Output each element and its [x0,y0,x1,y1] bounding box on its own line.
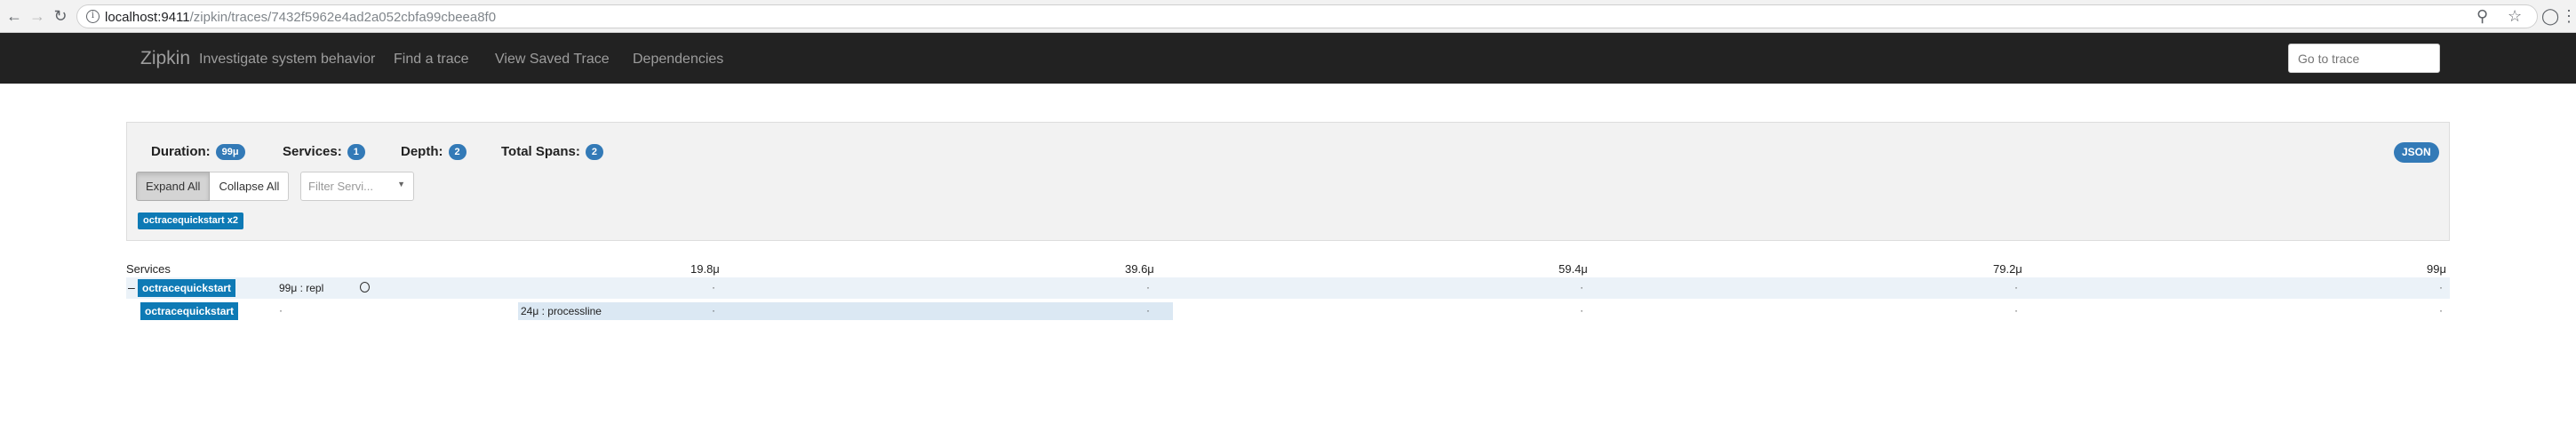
expand-all-button[interactable]: Expand All [136,172,211,201]
tick-label: 39.6μ [1125,262,1154,276]
tick-dot: · [279,304,283,317]
brand-logo[interactable]: Zipkin [140,48,190,69]
json-button[interactable]: JSON [2394,142,2439,163]
zoom-icon[interactable]: ⚲ [2476,6,2488,26]
total-spans-label: Total Spans: [501,144,580,159]
span-label: 99μ : repl [279,282,324,294]
go-to-trace-input[interactable] [2288,44,2440,73]
services-stat: Services: 1 [283,144,365,160]
total-spans-stat: Total Spans: 2 [501,144,604,160]
bookmark-star-icon[interactable]: ☆ [2508,6,2522,26]
tick-dot: · [1146,304,1150,317]
browser-toolbar: ← → ↻ i localhost:9411/zipkin/traces/743… [0,0,2576,33]
address-bar[interactable]: i localhost:9411/zipkin/traces/7432f5962… [76,4,2538,28]
nav-view-saved-trace[interactable]: View Saved Trace [495,52,610,68]
span-duration-bar[interactable] [518,302,1173,320]
annotation-marker-icon[interactable] [360,282,370,293]
top-navbar: Zipkin Investigate system behavior Find … [0,33,2576,84]
tick-dot: · [2014,281,2018,293]
nav-dependencies[interactable]: Dependencies [633,52,723,68]
url-text[interactable]: localhost:9411/zipkin/traces/7432f5962e4… [105,10,496,25]
tick-label: 59.4μ [1559,262,1588,276]
collapse-all-button[interactable]: Collapse All [210,172,290,201]
services-label: Services: [283,144,342,159]
tick-label: 19.8μ [690,262,720,276]
total-spans-badge: 2 [585,144,604,160]
menu-kebab-icon[interactable]: ⋮ [2561,6,2576,26]
depth-label: Depth: [401,144,443,159]
back-arrow-icon[interactable]: ← [5,7,23,25]
services-header: Services [126,262,171,276]
span-row[interactable]: – octracequickstart 99μ : repl · · · · · [126,277,2450,299]
tick-label: 99μ [2427,262,2446,276]
tick-dot: · [712,281,715,293]
tick-dot: · [1580,304,1583,317]
tick-dot: · [1146,281,1150,293]
span-service-name: octracequickstart [138,279,236,297]
brand-tagline: Investigate system behavior [199,52,376,67]
span-row[interactable]: octracequickstart · 24μ : processline · … [126,301,2450,322]
forward-arrow-icon[interactable]: → [28,7,46,25]
extension-icon[interactable]: ◯ [2541,6,2559,26]
tick-dot: · [2439,281,2443,293]
tick-dot: · [1580,281,1583,293]
tick-dot: · [2014,304,2018,317]
filter-placeholder: Filter Servi... [308,180,373,193]
collapse-toggle[interactable]: – [128,280,135,294]
filter-services-select[interactable]: Filter Servi... ▼ [300,172,414,201]
span-service-name: octracequickstart [140,302,239,320]
span-label: 24μ : processline [521,305,602,317]
reload-icon[interactable]: ↻ [52,7,69,25]
depth-stat: Depth: 2 [401,144,467,160]
trace-summary-panel: Duration: 99μ Services: 1 Depth: 2 Total Sp… [126,122,2450,241]
expand-collapse-group: Expand All Collapse All [136,172,290,201]
caret-down-icon: ▼ [397,180,405,188]
duration-label: Duration: [151,144,211,159]
nav-find-trace[interactable]: Find a trace [394,52,468,68]
depth-badge: 2 [448,144,467,160]
info-icon[interactable]: i [86,10,100,23]
service-filter-tag[interactable]: octracequickstart x2 [138,212,243,229]
tick-dot: · [712,304,715,317]
duration-badge: 99μ [215,144,245,160]
duration-stat: Duration: 99μ [151,144,245,160]
tick-dot: · [2439,304,2443,317]
services-badge: 1 [347,144,365,160]
tick-label: 79.2μ [1993,262,2022,276]
